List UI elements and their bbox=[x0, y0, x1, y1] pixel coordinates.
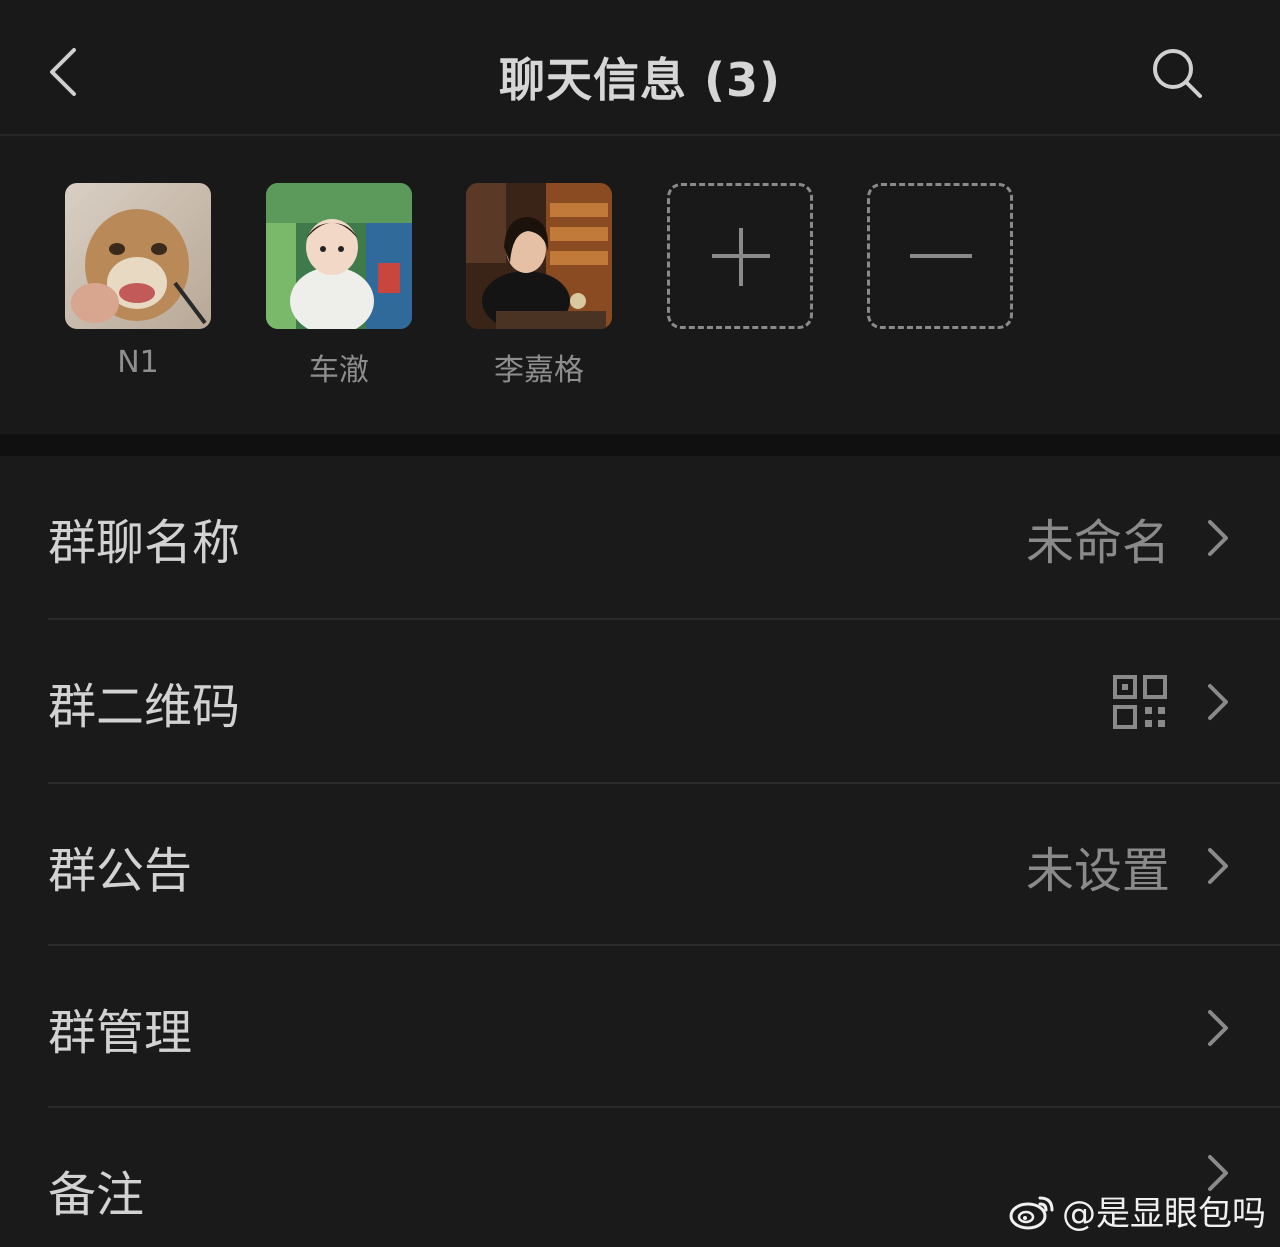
row-label: 备注 bbox=[48, 1166, 145, 1223]
watermark: @是显眼包吗 bbox=[1008, 1186, 1266, 1235]
avatar[interactable] bbox=[65, 183, 211, 329]
top-bar: 聊天信息 (3) bbox=[0, 0, 1280, 136]
chevron-right-icon bbox=[1208, 1009, 1228, 1046]
woman-avatar-image bbox=[466, 183, 612, 329]
group-announcement-row[interactable]: 群公告 未设置 bbox=[0, 784, 1280, 947]
search-icon bbox=[1153, 49, 1202, 98]
qr-code-icon bbox=[1113, 674, 1167, 729]
row-value: 未设置 bbox=[1025, 842, 1170, 899]
member-item[interactable]: N1 bbox=[65, 183, 211, 380]
group-qr-code-row[interactable]: 群二维码 bbox=[0, 620, 1280, 783]
remove-member-button[interactable] bbox=[867, 183, 1013, 329]
member-item[interactable]: 李嘉格 bbox=[466, 183, 612, 389]
row-label: 群公告 bbox=[48, 842, 193, 899]
settings-list: 群聊名称 未命名 群二维码 群公告 未设置 群管理 备注 bbox=[0, 456, 1280, 1247]
search-button[interactable] bbox=[1146, 42, 1210, 106]
chevron-right-icon bbox=[1208, 519, 1228, 556]
lion-cub-avatar-image bbox=[65, 183, 211, 329]
avatar[interactable] bbox=[466, 183, 612, 329]
row-label: 群二维码 bbox=[48, 678, 241, 735]
member-name: 李嘉格 bbox=[494, 353, 584, 388]
chevron-right-icon bbox=[1208, 847, 1228, 884]
group-management-row[interactable]: 群管理 bbox=[0, 946, 1280, 1109]
member-name: N1 bbox=[117, 345, 159, 380]
member-name: 车澈 bbox=[309, 353, 369, 388]
page-title: 聊天信息 (3) bbox=[498, 53, 782, 107]
child-avatar-image bbox=[266, 183, 412, 329]
chat-info-screen: 聊天信息 (3) N1 车澈 李嘉格 群聊名称 未命名 群二维码 群公告 未设置… bbox=[0, 0, 1280, 1247]
row-label: 群聊名称 bbox=[48, 514, 241, 571]
chevron-right-icon bbox=[1208, 683, 1228, 720]
add-member-button[interactable] bbox=[667, 183, 813, 329]
weibo-logo-icon bbox=[1009, 1196, 1054, 1229]
member-grid: N1 车澈 李嘉格 bbox=[0, 138, 1280, 434]
member-item[interactable]: 车澈 bbox=[266, 183, 412, 389]
row-label: 群管理 bbox=[48, 1004, 193, 1061]
watermark-text: @是显眼包吗 bbox=[1062, 1194, 1266, 1234]
row-value: 未命名 bbox=[1025, 514, 1170, 571]
minus-icon bbox=[910, 254, 972, 258]
section-separator bbox=[0, 434, 1280, 456]
avatar[interactable] bbox=[266, 183, 412, 329]
group-name-row[interactable]: 群聊名称 未命名 bbox=[0, 456, 1280, 619]
